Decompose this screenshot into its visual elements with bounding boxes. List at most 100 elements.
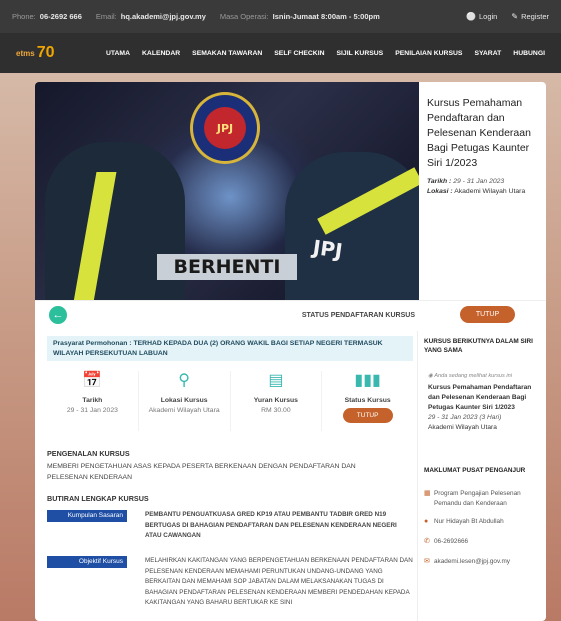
lokasi-label: Lokasi : [427,188,453,195]
signal-icon: ▮▮▮ [354,372,381,389]
phone-info: Phone: 06-2692 666 [12,12,82,21]
jpj-emblem: JPJ [190,92,260,164]
prerequisite-box: Prasyarat Permohonan : TERHAD KEPADA DUA… [47,336,413,361]
location-icon: ⚲ [178,372,190,389]
course-meta: Tarikh : 29 - 31 Jan 2023 Lokasi : Akade… [427,177,542,197]
next-course-heading: KURSUS BERIKUTNYA DALAM SIRI YANG SAMA [424,338,533,354]
next-course-title: Kursus Pemahaman Pendaftaran dan Pelesen… [428,384,532,411]
organizer-person-text: Nur Hidayah Bt Abdullah [434,518,504,525]
viewing-note-text: Anda sedang melihat kursus ini [434,373,512,379]
money-icon: ▤ [268,372,284,389]
status-pill[interactable]: TUTUP [342,408,393,423]
next-course-location: Akademi Wilayah Utara [428,424,497,431]
course-date-line: Tarikh : 29 - 31 Jan 2023 [427,177,542,187]
intro-text: MEMBERI PENGETAHUAN ASAS KEPADA PESERTA … [47,463,356,481]
organizer-heading: MAKLUMAT PUSAT PENGANJUR [424,467,526,474]
organizer-email-text: akademi.lesen@jpj.gov.my [434,558,510,565]
objective-text: MELAHIRKAN KAKITANGAN YANG BERPENGETAHUA… [145,557,413,606]
registration-status-button[interactable]: TUTUP [460,306,515,323]
stat-yuran: ▤ Yuran Kursus RM 30.00 [231,371,323,431]
nav-item-kalendar[interactable]: KALENDAR [142,50,180,57]
stat-heading: Lokasi Kursus [160,397,208,404]
email-info: Email: hq.akademi@jpj.gov.my [96,12,206,21]
stat-tarikh: 📅 Tarikh 29 - 31 Jan 2023 [47,371,139,431]
phone-value[interactable]: 06-2692 666 [40,12,82,21]
login-link[interactable]: ⚪ Login [466,12,497,21]
main-navbar: etms 70 UTAMA KALENDAR SEMAKAN TAWARAN S… [0,33,561,73]
login-label: Login [479,12,498,21]
organizer-email[interactable]: ✉ akademi.lesen@jpj.gov.my [424,557,544,567]
mail-icon: ✉ [424,558,430,565]
course-stats: 📅 Tarikh 29 - 31 Jan 2023 ⚲ Lokasi Kursu… [47,371,413,431]
register-link[interactable]: ✎ Register [511,12,549,21]
stat-heading: Tarikh [82,397,103,404]
email-value[interactable]: hq.akademi@jpj.gov.my [121,12,206,21]
details-heading: BUTIRAN LENGKAP KURSUS [47,494,149,503]
site-logo[interactable]: etms 70 [16,44,54,62]
stat-value: Akademi Wilayah Utara [148,407,220,414]
hours-info: Masa Operasi: Isnin-Jumaat 8:00am - 5:00… [220,12,380,21]
stat-status: ▮▮▮ Status Kursus TUTUP [322,371,413,431]
vest-stripe-right [317,167,419,235]
nav-item-penilaian-kursus[interactable]: PENILAIAN KURSUS [395,50,462,57]
organizer-program: ▦ Program Pengajian Pelesenan Pemandu da… [424,489,544,508]
next-course-date: 29 - 31 Jan 2023 (3 Hari) [428,414,502,421]
organizer-phone[interactable]: ✆ 06-2692666 [424,537,544,547]
course-card: JPJ BERHENTI JPJ Kursus Pemahaman Pendaf… [35,82,546,621]
organizer-phone-text: 06-2692666 [434,538,469,545]
vest-jpj-text: JPJ [311,235,345,263]
emblem-center: JPJ [204,107,246,149]
tarikh-label: Tarikh : [427,178,452,185]
user-icon: ⚪ [466,12,476,21]
organizer-program-text: Program Pengajian Pelesenan Pemandu dan … [434,490,521,507]
person-icon: ● [424,518,429,525]
hours-label: Masa Operasi: [219,12,269,21]
officer-right [285,152,419,300]
logo-number: 70 [36,44,55,61]
target-group-tag: Kumpulan Sasaran [47,510,127,522]
email-label: Email: [95,12,117,21]
logo-text: etms [16,48,35,58]
building-icon: ▦ [424,490,431,497]
lokasi-value: Akademi Wilayah Utara [454,188,526,195]
course-title: Kursus Pemahaman Pendaftaran dan Pelesen… [427,97,531,169]
phone-label: Phone: [12,12,36,21]
course-details-pane: Prasyarat Permohonan : TERHAD KEPADA DUA… [35,331,417,621]
phone-icon: ✆ [424,538,430,545]
tarikh-value: 29 - 31 Jan 2023 [453,178,505,185]
nav-item-sijil-kursus[interactable]: SIJIL KURSUS [337,50,384,57]
sidebar-pane: KURSUS BERIKUTNYA DALAM SIRI YANG SAMA ◉… [417,331,546,621]
hours-value: Isnin-Jumaat 8:00am - 5:00pm [272,12,380,21]
nav-item-syarat[interactable]: SYARAT [474,50,501,57]
nav-menu: UTAMA KALENDAR SEMAKAN TAWARAN SELF CHEC… [94,50,545,57]
nav-item-utama[interactable]: UTAMA [106,50,130,57]
nav-item-semakan-tawaran[interactable]: SEMAKAN TAWARAN [192,50,262,57]
stat-heading: Yuran Kursus [253,397,298,404]
target-group-text: PEMBANTU PENGUATKUASA GRED KP19 ATAU PEM… [145,511,397,539]
eye-icon: ◉ [428,373,433,379]
objective-tag: Objektif Kursus [47,556,127,568]
stat-heading: Status Kursus [344,397,391,404]
next-course-item[interactable]: Kursus Pemahaman Pendaftaran dan Pelesen… [428,383,540,433]
auth-links: ⚪ Login ✎ Register [452,12,549,21]
viewing-note: ◉ Anda sedang melihat kursus ini [428,373,512,379]
registration-status-label: STATUS PENDAFTARAN KURSUS [301,312,415,319]
nav-item-hubungi[interactable]: HUBUNGI [513,50,545,57]
prerequisite-label: Prasyarat Permohonan : [53,340,132,347]
hero-image: JPJ BERHENTI JPJ [35,82,419,300]
organizer-person: ● Nur Hidayah Bt Abdullah [424,517,544,527]
nav-item-self-checkin[interactable]: SELF CHECKIN [274,50,324,57]
back-arrow-icon[interactable]: ← [49,306,67,324]
stop-sign: BERHENTI [157,254,297,280]
stat-value: RM 30.00 [261,407,291,414]
course-location-line: Lokasi : Akademi Wilayah Utara [427,187,542,197]
intro-heading: PENGENALAN KURSUS [47,449,130,458]
course-summary: Kursus Pemahaman Pendaftaran dan Pelesen… [427,96,542,197]
top-info-bar: Phone: 06-2692 666 Email: hq.akademi@jpj… [0,0,561,33]
hero-divider [35,300,546,301]
register-label: Register [521,12,549,21]
stat-value: 29 - 31 Jan 2023 [66,407,118,414]
stat-lokasi: ⚲ Lokasi Kursus Akademi Wilayah Utara [139,371,231,431]
vest-stripe-left [73,172,117,300]
pencil-icon: ✎ [511,12,519,21]
